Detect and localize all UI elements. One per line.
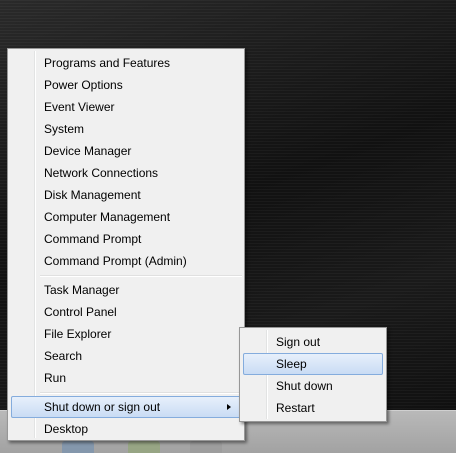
menu-item-run[interactable]: Run (11, 367, 241, 389)
menu-item-label: Sleep (276, 357, 307, 371)
menu-item-label: Sign out (276, 335, 321, 349)
menu-item-power-options[interactable]: Power Options (11, 74, 241, 96)
menu-separator (40, 275, 242, 277)
submenu-item-sleep[interactable]: Sleep (243, 353, 383, 375)
menu-item-label: Shut down or sign out (44, 400, 161, 414)
menu-item-desktop[interactable]: Desktop (11, 418, 241, 440)
menu-item-label: Restart (276, 401, 315, 415)
taskbar-app-button[interactable] (190, 441, 222, 453)
menu-item-shut-down-or-sign-out[interactable]: Shut down or sign out (11, 396, 241, 418)
menu-item-label: Command Prompt (44, 232, 142, 246)
menu-item-label: Desktop (44, 422, 89, 436)
submenu-item-restart[interactable]: Restart (243, 397, 383, 419)
menu-item-label: Programs and Features (44, 56, 171, 70)
menu-item-system[interactable]: System (11, 118, 241, 140)
submenu-item-sign-out[interactable]: Sign out (243, 331, 383, 353)
menu-item-label: Run (44, 371, 67, 385)
menu-item-device-manager[interactable]: Device Manager (11, 140, 241, 162)
menu-item-event-viewer[interactable]: Event Viewer (11, 96, 241, 118)
menu-item-label: Shut down (276, 379, 333, 393)
menu-item-label: Search (44, 349, 83, 363)
menu-item-network-connections[interactable]: Network Connections (11, 162, 241, 184)
menu-item-command-prompt[interactable]: Command Prompt (11, 228, 241, 250)
quick-link-menu: Programs and Features Power Options Even… (7, 48, 245, 441)
menu-item-label: Network Connections (44, 166, 159, 180)
menu-item-label: Event Viewer (44, 100, 115, 114)
menu-item-control-panel[interactable]: Control Panel (11, 301, 241, 323)
menu-item-label: File Explorer (44, 327, 112, 341)
menu-item-label: Task Manager (44, 283, 120, 297)
menu-separator (40, 392, 242, 394)
menu-item-command-prompt-admin[interactable]: Command Prompt (Admin) (11, 250, 241, 272)
taskbar-app-button[interactable] (128, 441, 160, 453)
menu-item-computer-management[interactable]: Computer Management (11, 206, 241, 228)
menu-item-label: Device Manager (44, 144, 132, 158)
shutdown-submenu: Sign out Sleep Shut down Restart (239, 327, 387, 422)
menu-item-label: Control Panel (44, 305, 117, 319)
submenu-arrow-icon (227, 404, 231, 410)
menu-item-label: Command Prompt (Admin) (44, 254, 187, 268)
menu-item-label: Power Options (44, 78, 123, 92)
menu-item-search[interactable]: Search (11, 345, 241, 367)
submenu-item-shut-down[interactable]: Shut down (243, 375, 383, 397)
menu-item-label: System (44, 122, 85, 136)
menu-item-label: Computer Management (44, 210, 171, 224)
menu-item-disk-management[interactable]: Disk Management (11, 184, 241, 206)
menu-item-programs-and-features[interactable]: Programs and Features (11, 52, 241, 74)
taskbar-app-button[interactable] (62, 441, 94, 453)
menu-item-file-explorer[interactable]: File Explorer (11, 323, 241, 345)
menu-item-label: Disk Management (44, 188, 141, 202)
menu-item-task-manager[interactable]: Task Manager (11, 279, 241, 301)
